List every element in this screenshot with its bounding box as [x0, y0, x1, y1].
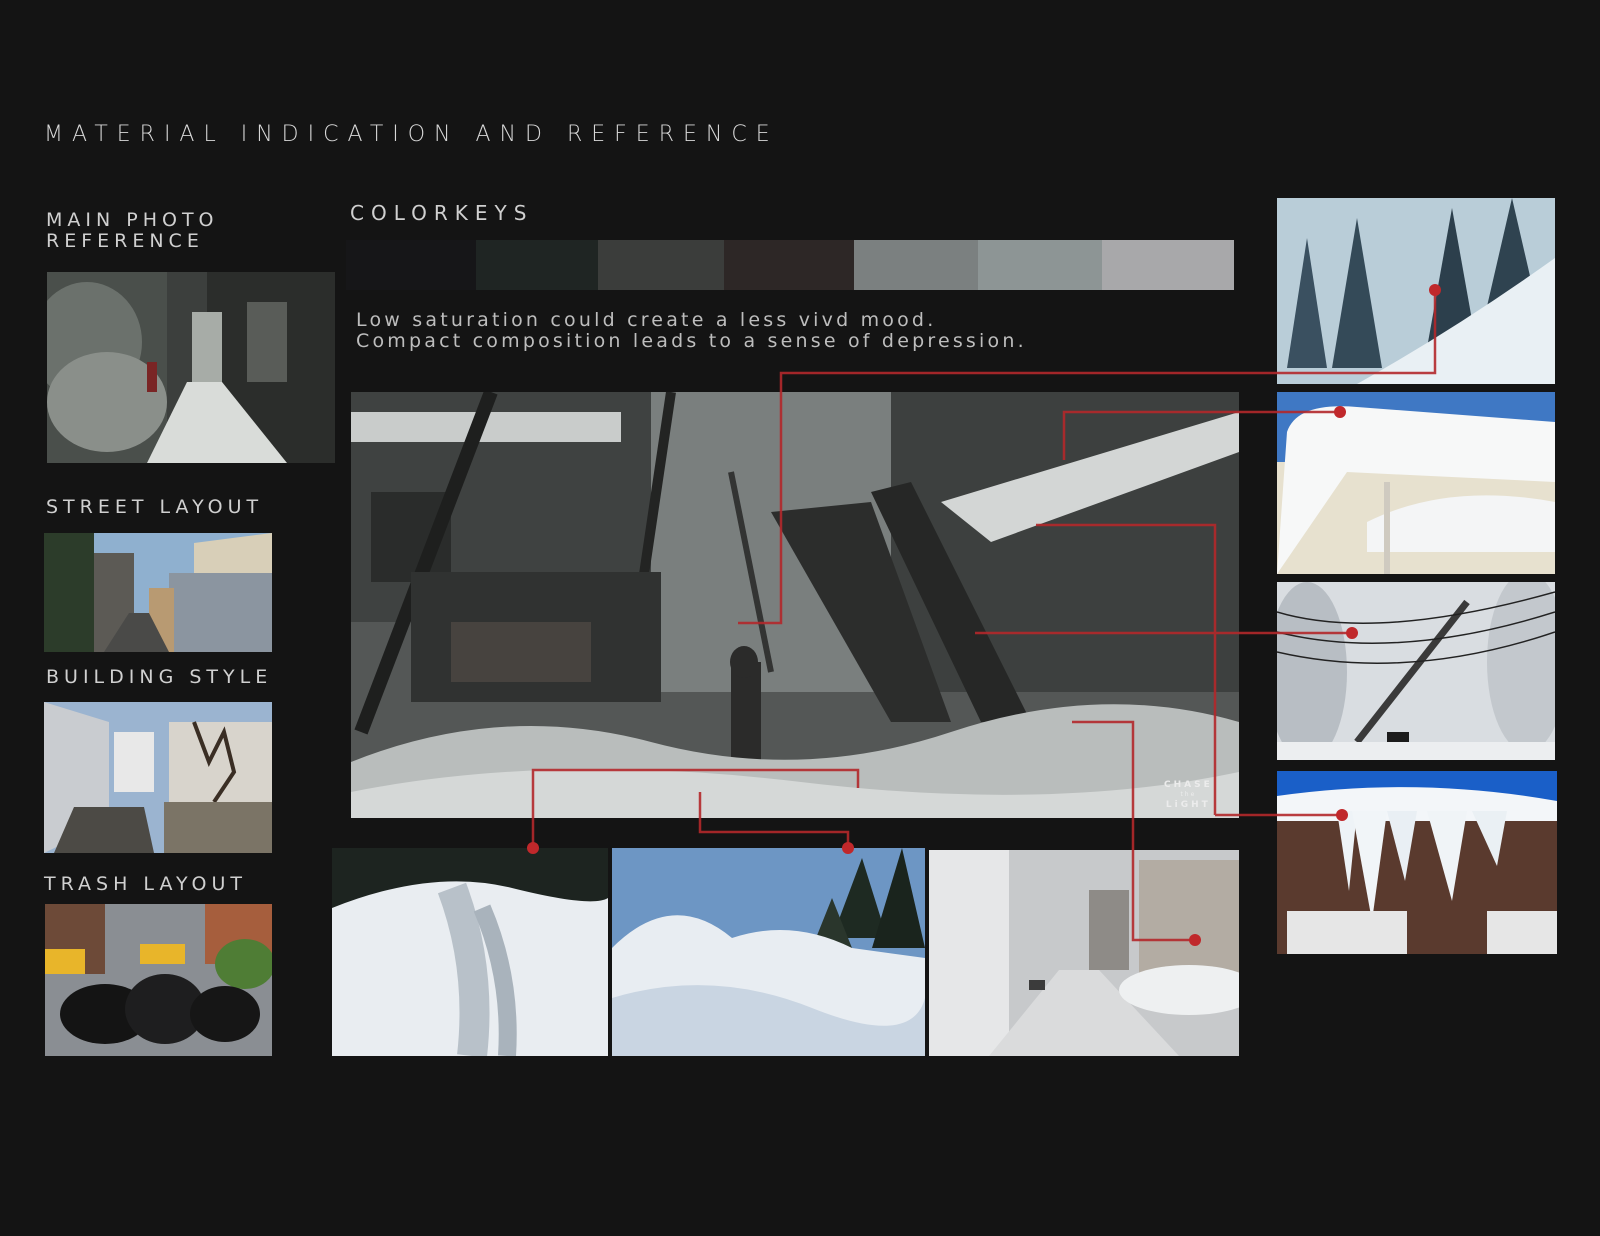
icicles-reference — [1277, 771, 1557, 954]
logo-line1: CHASE — [1164, 780, 1213, 790]
building-style-label: BUILDING STYLE — [46, 666, 273, 688]
snowy-forest-reference — [1277, 198, 1555, 384]
main-photo-label-line1: MAIN PHOTO — [46, 209, 219, 231]
chase-the-light-logo: CHASE the LiGHT — [1164, 780, 1213, 810]
roof-snow-reference — [1277, 392, 1555, 574]
colorkey-swatch — [854, 240, 978, 290]
snowy-street-reference — [929, 850, 1239, 1056]
colorkey-swatch — [978, 240, 1102, 290]
building-style-image — [44, 702, 272, 853]
power-lines-reference — [1277, 582, 1555, 760]
street-layout-label: STREET LAYOUT — [46, 496, 264, 518]
colorkeys-label: COLORKEYS — [350, 201, 534, 225]
snow-footprints-reference — [332, 848, 608, 1056]
street-layout-image — [44, 533, 272, 652]
logo-line3: LiGHT — [1165, 800, 1211, 810]
colorkey-swatch — [346, 240, 476, 290]
mood-description-line2: Compact composition leads to a sense of … — [356, 330, 1027, 352]
page-title: MATERIAL INDICATION AND REFERENCE — [44, 122, 779, 147]
colorkey-swatch — [1102, 240, 1234, 290]
colorkey-swatch — [724, 240, 854, 290]
main-photo-reference-image — [47, 272, 335, 463]
main-concept-art — [351, 392, 1239, 818]
main-photo-label-line2: REFERENCE — [46, 230, 204, 252]
colorkey-swatch — [476, 240, 598, 290]
mood-description-line1: Low saturation could create a less vivd … — [356, 309, 937, 331]
colorkey-swatch — [598, 240, 724, 290]
colorkey-strip — [346, 240, 1234, 290]
trash-layout-label: TRASH LAYOUT — [44, 873, 248, 895]
trash-layout-image — [45, 904, 272, 1056]
snow-drifts-reference — [612, 848, 925, 1056]
logo-line2: the — [1180, 791, 1197, 798]
